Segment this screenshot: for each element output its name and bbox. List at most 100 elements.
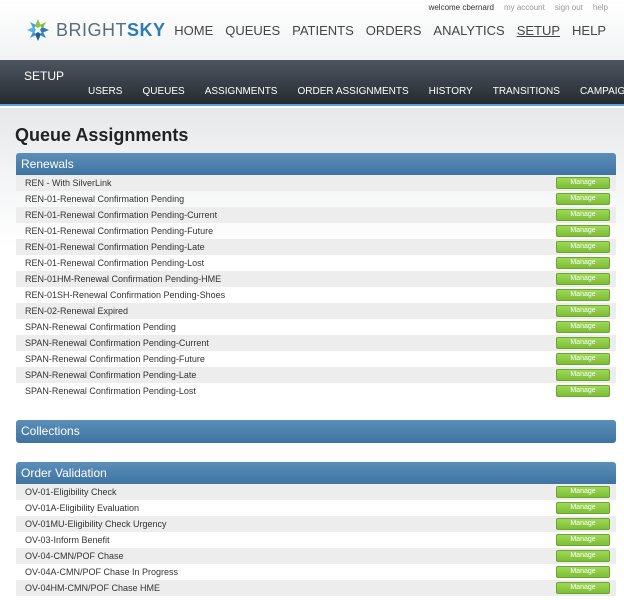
queue-name: OV-04A-CMN/POF Chase In Progress — [25, 567, 179, 577]
queue-name: REN-01HM-Renewal Confirmation Pending-HM… — [25, 274, 222, 284]
queue-name: SPAN-Renewal Confirmation Pending — [25, 322, 176, 332]
nav-setup[interactable]: SETUP — [511, 23, 566, 38]
queue-name: REN-01-Renewal Confirmation Pending-Curr… — [25, 210, 218, 220]
manage-button[interactable]: Manage — [556, 289, 610, 301]
table-row: OV-01A-Eligibility Evaluation Manage — [16, 500, 616, 516]
table-row: REN - With SilverLink Manage — [16, 175, 616, 191]
manage-button[interactable]: Manage — [556, 257, 610, 269]
manage-button[interactable]: Manage — [556, 225, 610, 237]
queue-name: SPAN-Renewal Confirmation Pending-Lost — [25, 386, 196, 396]
renewals-list: REN - With SilverLink Manage REN-01-Renewa… — [16, 175, 616, 399]
table-row: REN-01-Renewal Confirmation Pending-Futu… — [16, 223, 616, 239]
table-row: SPAN-Renewal Confirmation Pending-Lost Ma… — [16, 383, 616, 399]
manage-button[interactable]: Manage — [556, 534, 610, 546]
manage-button[interactable]: Manage — [556, 385, 610, 397]
welcome-text: welcome cbernard — [428, 3, 494, 12]
table-row: OV-01MU-Eligibility Check Urgency Manage — [16, 516, 616, 532]
collections-section: Collections — [16, 420, 616, 443]
brand-logo[interactable]: BRIGHTSKY — [26, 14, 166, 46]
queue-name: REN-01-Renewal Confirmation Pending-Lost — [25, 258, 205, 268]
my-account-link[interactable]: my account — [504, 3, 545, 12]
table-row: REN-01-Renewal Confirmation Pending Manag… — [16, 191, 616, 207]
queue-name: REN - With SilverLink — [25, 178, 112, 188]
queue-name: OV-03-Inform Benefit — [25, 535, 110, 545]
queue-name: SPAN-Renewal Confirmation Pending-Late — [25, 370, 197, 380]
brightsky-logo-icon — [27, 19, 49, 41]
brand-name: BRIGHTSKY — [56, 19, 166, 40]
table-row: REN-01SH-Renewal Confirmation Pending-Sh… — [16, 287, 616, 303]
subnav-users[interactable]: USERS — [78, 86, 132, 97]
nav-queues[interactable]: QUEUES — [219, 23, 286, 38]
manage-button[interactable]: Manage — [556, 241, 610, 253]
queue-name: REN-01-Renewal Confirmation Pending — [25, 194, 185, 204]
queue-name: REN-01SH-Renewal Confirmation Pending-Sh… — [25, 290, 226, 300]
subnav-history[interactable]: HISTORY — [419, 86, 483, 97]
table-row: REN-01-Renewal Confirmation Pending-Curr… — [16, 207, 616, 223]
table-row: OV-03-Inform Benefit Manage — [16, 532, 616, 548]
queue-name: SPAN-Renewal Confirmation Pending-Future — [25, 354, 205, 364]
main-content: Queue Assignments Renewals REN - With Si… — [0, 108, 624, 600]
nav-home[interactable]: HOME — [168, 23, 219, 38]
table-row: SPAN-Renewal Confirmation Pending-Curren… — [16, 335, 616, 351]
manage-button[interactable]: Manage — [556, 353, 610, 365]
table-row: REN-01HM-Renewal Confirmation Pending-HM… — [16, 271, 616, 287]
order-validation-header[interactable]: Order Validation — [16, 462, 616, 484]
manage-button[interactable]: Manage — [556, 177, 610, 189]
subnav-queues[interactable]: QUEUES — [132, 86, 194, 97]
table-row: OV-04A-CMN/POF Chase In Progress Manage — [16, 564, 616, 580]
subnav-transitions[interactable]: TRANSITIONS — [483, 86, 570, 97]
app-header: BRIGHTSKY welcome cbernard my account si… — [0, 0, 624, 60]
table-row: SPAN-Renewal Confirmation Pending Manage — [16, 319, 616, 335]
manage-button[interactable]: Manage — [556, 502, 610, 514]
page-title: Queue Assignments — [15, 125, 189, 145]
order-validation-section: Order Validation OV-01-Eligibility Check… — [16, 462, 616, 596]
queue-name: SPAN-Renewal Confirmation Pending-Curren… — [25, 338, 209, 348]
sign-out-link[interactable]: sign out — [555, 3, 583, 12]
nav-analytics[interactable]: ANALYTICS — [427, 23, 510, 38]
table-row: REN-01-Renewal Confirmation Pending-Late… — [16, 239, 616, 255]
setup-title: SETUP — [24, 69, 65, 83]
manage-button[interactable]: Manage — [556, 209, 610, 221]
manage-button[interactable]: Manage — [556, 369, 610, 381]
subnav-assignments[interactable]: ASSIGNMENTS — [195, 86, 288, 97]
queue-name: REN-01-Renewal Confirmation Pending-Late — [25, 242, 205, 252]
nav-orders[interactable]: ORDERS — [360, 23, 428, 38]
manage-button[interactable]: Manage — [556, 518, 610, 530]
nav-help[interactable]: HELP — [566, 23, 612, 38]
table-row: SPAN-Renewal Confirmation Pending-Future… — [16, 351, 616, 367]
manage-button[interactable]: Manage — [556, 566, 610, 578]
table-row: OV-04HM-CMN/POF Chase HME Manage — [16, 580, 616, 596]
queue-name: OV-01MU-Eligibility Check Urgency — [25, 519, 167, 529]
main-nav: HOME QUEUES PATIENTS ORDERS ANALYTICS SE… — [168, 23, 612, 38]
user-bar: welcome cbernard my account sign out hel… — [429, 3, 608, 12]
manage-button[interactable]: Manage — [556, 582, 610, 594]
help-link[interactable]: help — [593, 3, 608, 12]
renewals-header[interactable]: Renewals — [16, 153, 616, 175]
subnav-campaigns[interactable]: CAMPAIGNS — [570, 86, 624, 97]
collections-header[interactable]: Collections — [16, 420, 616, 443]
table-row: REN-01-Renewal Confirmation Pending-Lost… — [16, 255, 616, 271]
manage-button[interactable]: Manage — [556, 321, 610, 333]
queue-name: REN-02-Renewal Expired — [25, 306, 129, 316]
manage-button[interactable]: Manage — [556, 273, 610, 285]
table-row: REN-02-Renewal Expired Manage — [16, 303, 616, 319]
queue-name: REN-01-Renewal Confirmation Pending-Futu… — [25, 226, 214, 236]
manage-button[interactable]: Manage — [556, 550, 610, 562]
manage-button[interactable]: Manage — [556, 193, 610, 205]
queue-name: OV-01A-Eligibility Evaluation — [25, 503, 140, 513]
renewals-section: Renewals REN - With SilverLink Manage REN-… — [16, 153, 616, 399]
nav-patients[interactable]: PATIENTS — [286, 23, 360, 38]
manage-button[interactable]: Manage — [556, 337, 610, 349]
queue-name: OV-04HM-CMN/POF Chase HME — [25, 583, 161, 593]
manage-button[interactable]: Manage — [556, 486, 610, 498]
manage-button[interactable]: Manage — [556, 305, 610, 317]
setup-subnav: USERS QUEUES ASSIGNMENTS ORDER ASSIGNMEN… — [78, 86, 624, 97]
table-row: OV-01-Eligibility Check Manage — [16, 484, 616, 500]
setup-bar: SETUP USERS QUEUES ASSIGNMENTS ORDER ASS… — [0, 60, 624, 106]
table-row: OV-04-CMN/POF Chase Manage — [16, 548, 616, 564]
table-row: SPAN-Renewal Confirmation Pending-Late Ma… — [16, 367, 616, 383]
order-validation-list: OV-01-Eligibility Check Manage OV-01A-Elig… — [16, 484, 616, 596]
queue-name: OV-01-Eligibility Check — [25, 487, 117, 497]
queue-name: OV-04-CMN/POF Chase — [25, 551, 124, 561]
subnav-order-assignments[interactable]: ORDER ASSIGNMENTS — [287, 86, 418, 97]
